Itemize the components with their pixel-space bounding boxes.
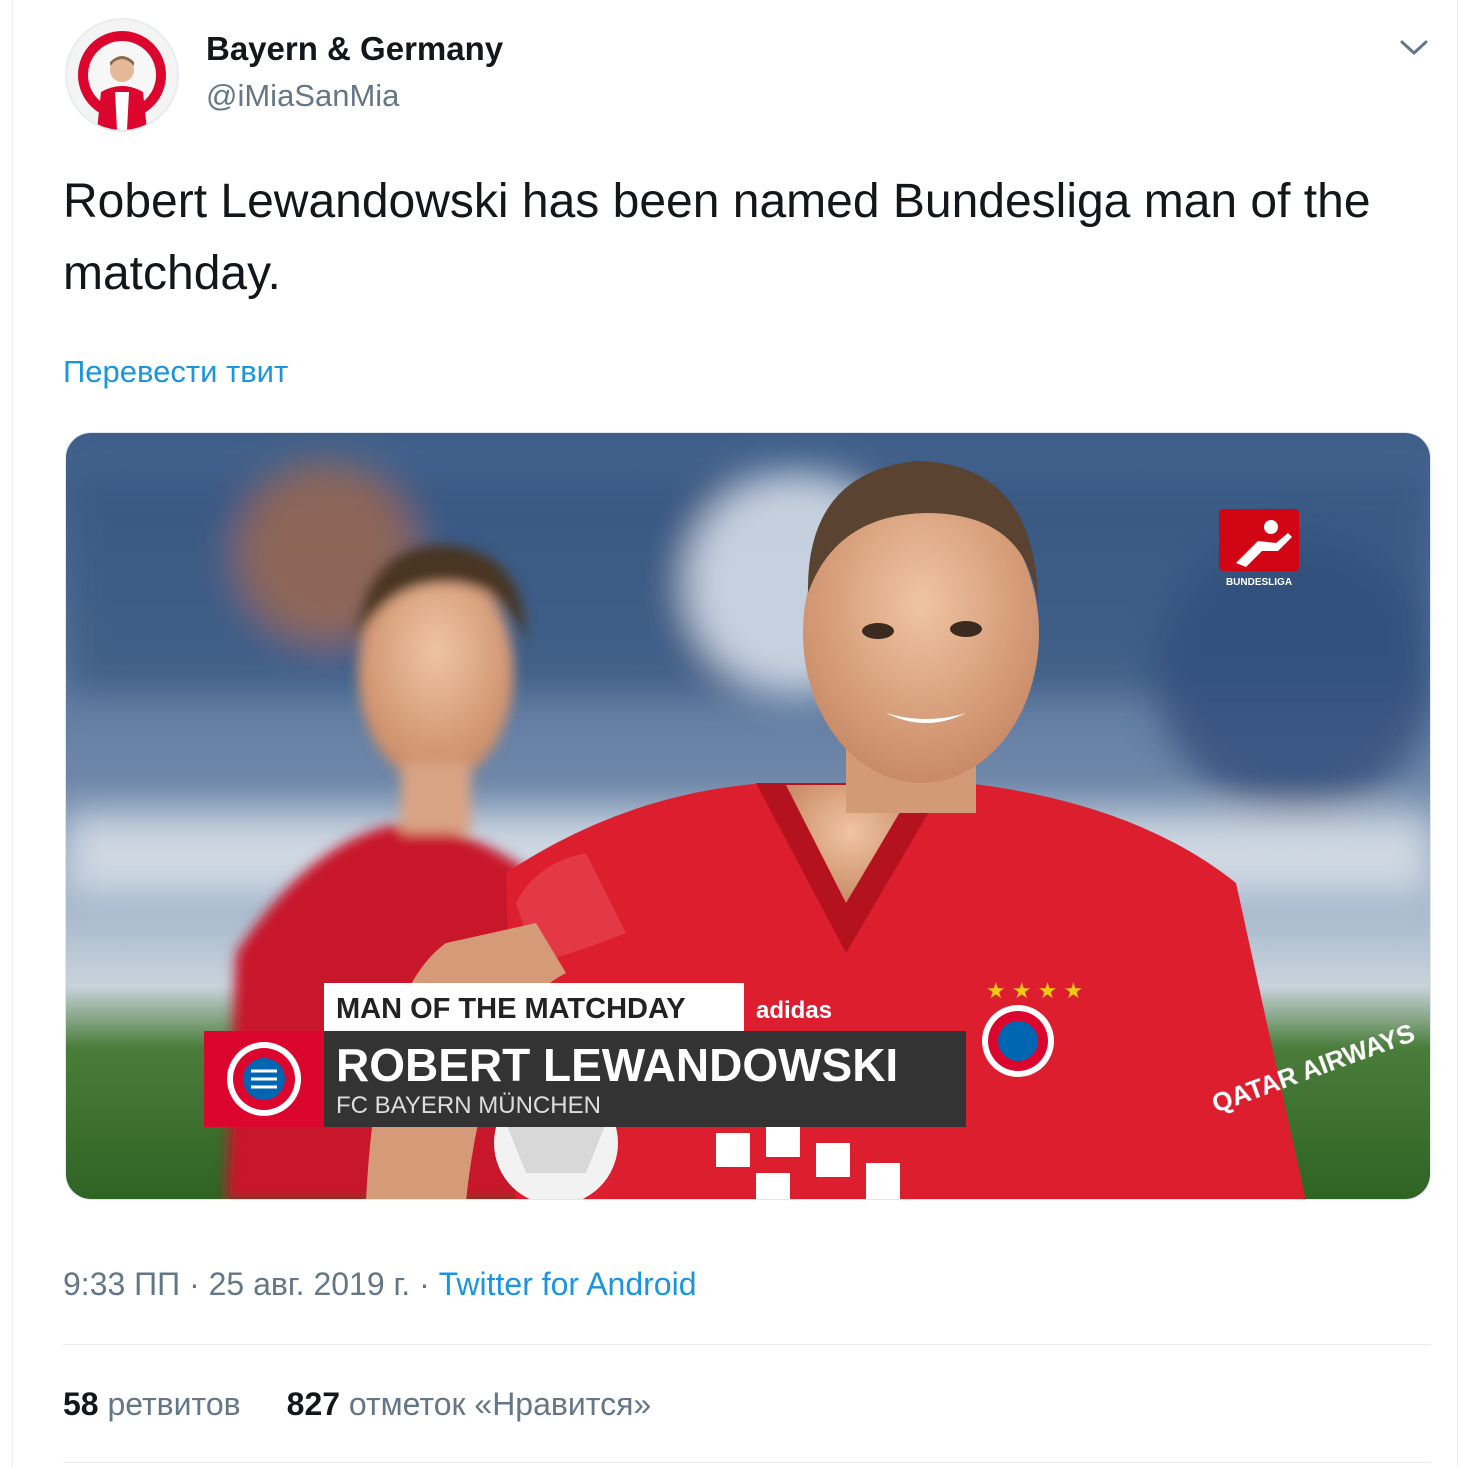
svg-text:★ ★ ★ ★: ★ ★ ★ ★ <box>986 978 1083 1003</box>
tweet-client-link[interactable]: Twitter for Android <box>439 1266 697 1302</box>
tweet-metadata: 9:33 ПП · 25 авг. 2019 г. · Twitter for … <box>63 1266 697 1303</box>
kit-brand-text: adidas <box>756 997 832 1024</box>
divider <box>63 1462 1431 1463</box>
retweets-stat[interactable]: 58 ретвитов <box>63 1386 241 1423</box>
author-display-name[interactable]: Bayern & Germany <box>206 30 503 68</box>
divider <box>63 1344 1431 1345</box>
tweet-text: Robert Lewandowski has been named Bundes… <box>63 175 1371 300</box>
overlay-heading: MAN OF THE MATCHDAY <box>336 993 686 1025</box>
tweet-media-image[interactable]: ★ ★ ★ ★ adidas QATAR AIRWAYS BUNDESLIGA … <box>65 432 1431 1200</box>
likes-label: отметок «Нравится» <box>348 1386 652 1422</box>
meta-separator: · <box>180 1266 209 1302</box>
author-avatar[interactable] <box>65 18 179 132</box>
meta-separator: · <box>410 1266 439 1302</box>
overlay-player-name: ROBERT LEWANDOWSKI <box>336 1039 898 1091</box>
bundesliga-logo: BUNDESLIGA <box>1219 509 1299 588</box>
likes-count: 827 <box>286 1386 341 1422</box>
overlay-club-name: FC BAYERN MÜNCHEN <box>336 1092 601 1119</box>
translate-tweet-link[interactable]: Перевести твит <box>63 354 288 390</box>
avatar-image <box>67 20 177 130</box>
author-handle[interactable]: @iMiaSanMia <box>206 78 399 114</box>
tweet-card: Bayern & Germany @iMiaSanMia Robert Lewa… <box>12 0 1458 1467</box>
tweet-date[interactable]: 25 авг. 2019 г. <box>209 1266 411 1302</box>
retweets-count: 58 <box>63 1386 99 1422</box>
likes-stat[interactable]: 827 отметок «Нравится» <box>287 1386 652 1423</box>
tweet-time[interactable]: 9:33 ПП <box>63 1266 180 1302</box>
bundesliga-logo-text: BUNDESLIGA <box>1226 577 1292 588</box>
chevron-down-icon[interactable] <box>1396 32 1432 62</box>
retweets-label: ретвитов <box>107 1386 241 1422</box>
tweet-stats: 58 ретвитов 827 отметок «Нравится» <box>63 1386 651 1423</box>
